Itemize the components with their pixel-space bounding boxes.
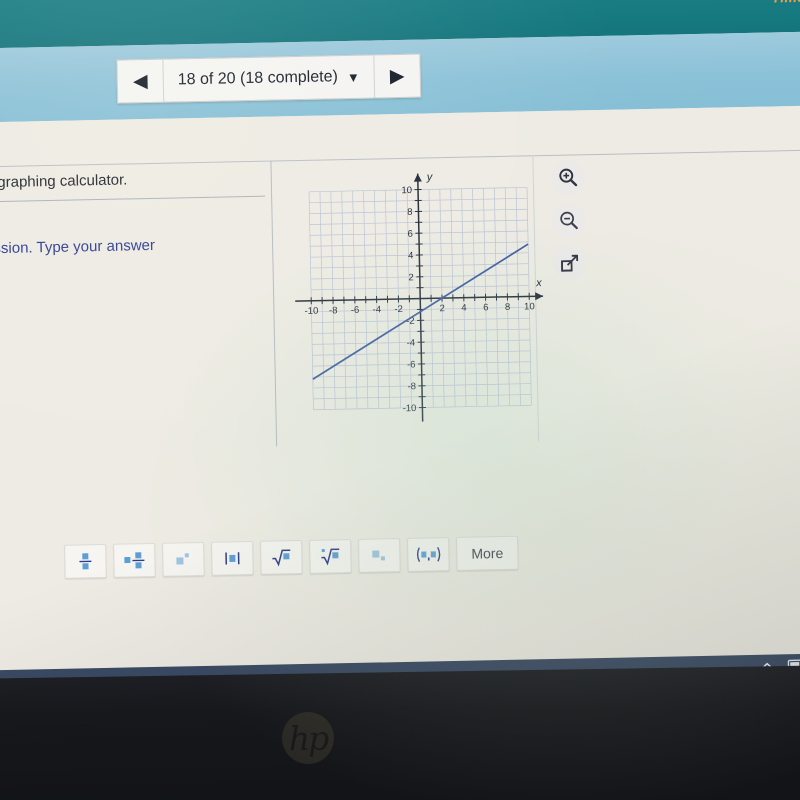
graph-axes [295,173,544,422]
fraction-icon [79,553,92,570]
svg-text:x: x [535,277,542,289]
exponent-button[interactable] [162,541,205,577]
triangle-right-icon: ▶ [389,65,405,87]
svg-text:-4: -4 [372,304,381,315]
question-workspace: a graphing calculator. ression. Type you… [0,105,800,697]
mixed-number-icon [124,552,145,569]
svg-text:6: 6 [483,302,489,313]
ordered-pair-button[interactable] [407,537,450,572]
zoom-out-icon [560,211,578,230]
zoom-in-button[interactable] [550,160,586,195]
svg-text:2: 2 [439,303,445,314]
chevron-down-icon: ▼ [346,69,360,85]
exponent-icon [176,553,189,565]
question-counter-dropdown[interactable]: 18 of 20 (18 complete) ▼ [163,55,374,101]
question-nav-widget: ◀ 18 of 20 (18 complete) ▼ ▶ [116,53,422,104]
svg-text:4: 4 [461,303,467,314]
question-text-column: a graphing calculator. ression. Type you… [0,169,272,258]
graph-tools [550,160,587,290]
subscript-button[interactable] [358,538,401,573]
question-graph-divider [270,160,278,447]
svg-text:y: y [426,171,434,183]
hp-logo: hp [281,711,335,765]
expand-graph-button[interactable] [552,246,587,281]
question-instruction-text: a graphing calculator. [0,171,128,192]
screen-content: Time ◀ 18 of 20 (18 complete) ▼ ▶ [0,0,800,697]
nth-root-button[interactable] [309,539,352,574]
square-root-icon [272,549,291,567]
question-text-divider [0,195,266,203]
svg-text:-10: -10 [403,403,417,414]
laptop-bezel [0,665,800,800]
svg-text:-8: -8 [407,381,416,392]
mixed-number-button[interactable] [113,542,156,578]
math-symbol-palette: More [64,535,519,579]
svg-text:-6: -6 [351,305,360,316]
fraction-button[interactable] [64,543,107,579]
graph-tick-labels: -10 -8 -6 -4 -2 2 4 6 8 10108642-2-4-6-8-10 [304,185,535,414]
previous-question-button[interactable]: ◀ [117,59,165,103]
timer-label: Time [771,0,800,5]
graph-svg: -10 -8 -6 -4 -2 2 4 6 8 10108642-2-4-6-8-10xy [295,171,544,422]
svg-text:4: 4 [408,250,414,261]
zoom-in-icon [559,168,578,187]
next-question-button[interactable]: ▶ [373,54,421,98]
svg-text:-2: -2 [394,304,403,315]
svg-text:-8: -8 [329,305,338,316]
more-button-label: More [471,544,504,562]
svg-text:-4: -4 [407,338,416,349]
svg-text:2: 2 [408,272,414,283]
svg-text:8: 8 [505,302,511,313]
zoom-out-button[interactable] [551,203,587,238]
absolute-value-icon [225,552,240,565]
coordinate-graph[interactable]: -10 -8 -6 -4 -2 2 4 6 8 10 10 8 6 4 2 -2 -4 -6 -8 -10 x y [290,159,545,432]
nth-root-icon [321,548,340,566]
svg-text:10: 10 [524,301,535,312]
answer-instruction-text: ression. Type your answer [0,236,156,258]
square-root-button[interactable] [260,540,303,575]
laptop-screen-photo: Time ◀ 18 of 20 (18 complete) ▼ ▶ [0,0,800,800]
ordered-pair-icon [416,546,441,562]
subscript-icon [372,550,385,561]
svg-text:6: 6 [408,229,414,240]
svg-text:-6: -6 [407,359,416,370]
svg-text:-10: -10 [304,306,318,317]
more-button[interactable]: More [456,535,519,571]
svg-text:8: 8 [407,207,413,218]
expand-icon [561,254,579,272]
absolute-value-button[interactable] [211,540,254,576]
svg-text:10: 10 [401,185,412,196]
triangle-left-icon: ◀ [132,70,148,92]
question-counter-label: 18 of 20 (18 complete) [177,68,339,89]
